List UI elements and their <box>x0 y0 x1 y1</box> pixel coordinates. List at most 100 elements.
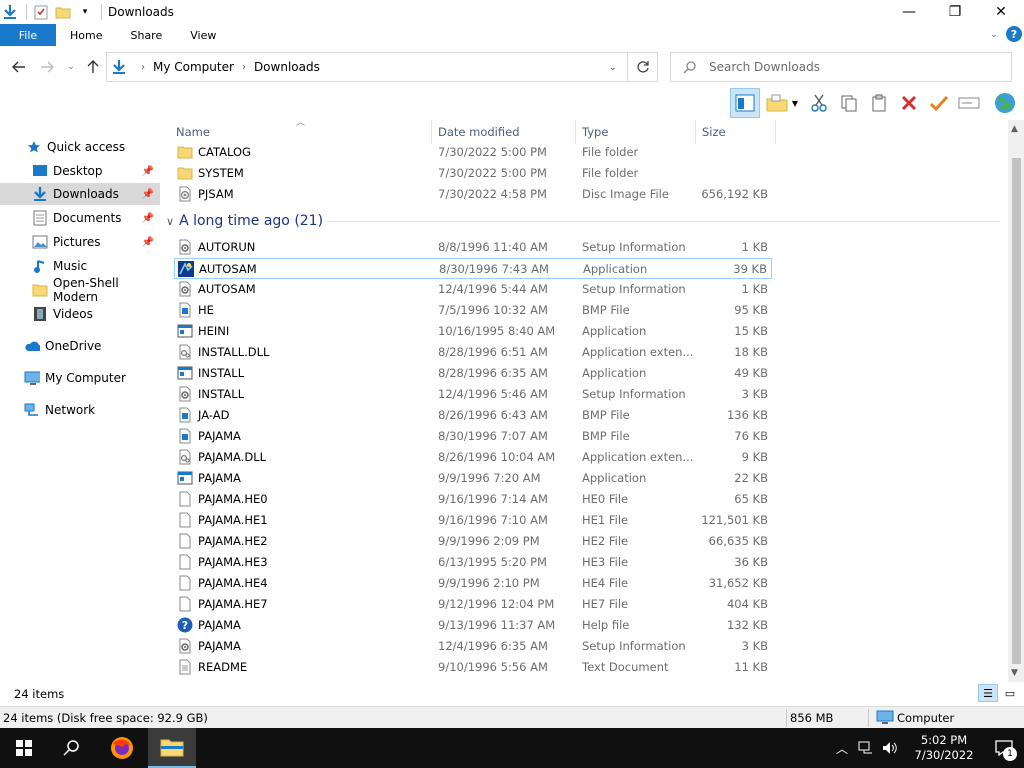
file-row[interactable]: INSTALL 8/28/1996 6:35 AM Application 49 KB <box>174 363 772 384</box>
file-row[interactable]: HE 7/5/1996 10:32 AM BMP File 95 KB <box>174 300 772 321</box>
file-row[interactable]: AUTOSAM 12/4/1996 5:44 AM Setup Informatio… <box>174 279 772 300</box>
group-header[interactable]: ∨ A long time ago (21) <box>166 213 323 229</box>
rename-icon[interactable] <box>954 88 984 118</box>
chevron-down-icon[interactable]: ∨ <box>166 215 174 228</box>
clock[interactable]: 5:02 PM 7/30/2022 <box>904 733 984 763</box>
network-status-icon[interactable] <box>858 741 874 755</box>
vertical-scrollbar[interactable]: ▲ ▼ <box>1008 120 1024 682</box>
file-row[interactable]: PAJAMA.HE2 9/9/1996 2:09 PM HE2 File 66,635… <box>174 531 772 552</box>
chevron-right-icon[interactable]: › <box>141 62 145 73</box>
sidebar-item-desktop[interactable]: Desktop 📌 <box>0 160 160 182</box>
sidebar-item-downloads[interactable]: Downloads 📌 <box>0 183 160 205</box>
file-row[interactable]: PAJAMA 9/9/1996 7:20 AM Application 22 KB <box>174 468 772 489</box>
file-row[interactable]: PAJAMA 12/4/1996 6:35 AM Setup Information… <box>174 636 772 657</box>
column-header-date[interactable]: Date modified <box>432 120 576 144</box>
file-row[interactable]: PJSAM 7/30/2022 4:58 PM Disc Image File 656… <box>174 184 772 205</box>
copy-icon[interactable] <box>834 88 864 118</box>
details-view-icon[interactable]: ☰ <box>978 684 998 702</box>
taskbar-file-explorer[interactable] <box>148 728 196 768</box>
tab-view[interactable]: View <box>176 24 230 46</box>
application-icon <box>177 470 193 486</box>
paste-icon[interactable] <box>864 88 894 118</box>
sidebar-item-quick-access[interactable]: Quick access <box>0 136 160 158</box>
download-arrow-icon[interactable] <box>2 4 18 20</box>
scroll-thumb[interactable] <box>1012 158 1021 664</box>
sidebar-item-onedrive[interactable]: OneDrive <box>0 335 160 357</box>
close-button[interactable]: ✕ <box>978 0 1024 24</box>
column-header-type[interactable]: Type <box>576 120 696 144</box>
sidebar-item-open-shell-modern[interactable]: Open-Shell Modern <box>0 276 160 304</box>
tab-share[interactable]: Share <box>116 24 176 46</box>
breadcrumb-downloads[interactable]: Downloads <box>254 60 320 74</box>
back-arrow-icon[interactable] <box>10 58 28 76</box>
forward-arrow-icon[interactable] <box>38 58 56 76</box>
preview-pane-icon[interactable] <box>730 88 760 118</box>
start-button[interactable] <box>0 728 48 768</box>
pin-icon[interactable]: 📌 <box>142 237 154 248</box>
disk-info: 24 items (Disk free space: 92.9 GB) <box>3 711 208 725</box>
breadcrumb-my-computer[interactable]: My Computer <box>153 60 234 74</box>
file-row[interactable]: INSTALL.DLL 8/28/1996 6:51 AM Application … <box>174 342 772 363</box>
file-row[interactable]: JA-AD 8/26/1996 6:43 AM BMP File 136 KB <box>174 405 772 426</box>
column-header-size[interactable]: Size <box>696 120 776 144</box>
address-bar[interactable]: › My Computer › Downloads ⌄ <box>106 52 628 82</box>
help-icon[interactable]: ? <box>1006 26 1022 42</box>
minimize-button[interactable]: — <box>886 0 932 24</box>
search-button[interactable] <box>48 728 96 768</box>
refresh-button[interactable] <box>628 52 658 82</box>
file-row[interactable]: AUTORUN 8/8/1996 11:40 AM Setup Informatio… <box>174 237 772 258</box>
address-dropdown-icon[interactable]: ⌄ <box>609 62 617 73</box>
chevron-up-icon[interactable]: ︿ <box>836 740 848 757</box>
file-row[interactable]: PAJAMA.DLL 8/26/1996 10:04 AM Application … <box>174 447 772 468</box>
file-row[interactable]: PAJAMA 8/30/1996 7:07 AM BMP File 76 KB <box>174 426 772 447</box>
file-name: JA-AD <box>198 408 230 422</box>
file-row[interactable]: PAJAMA.HE4 9/9/1996 2:10 PM HE4 File 31,652… <box>174 573 772 594</box>
pin-icon[interactable]: 📌 <box>142 213 154 224</box>
new-folder-icon[interactable] <box>55 4 71 20</box>
chevron-right-icon[interactable]: › <box>242 62 246 73</box>
checkmark-icon[interactable] <box>924 88 954 118</box>
scroll-up-icon[interactable]: ▲ <box>1011 124 1018 134</box>
sidebar-item-my-computer[interactable]: My Computer <box>0 367 160 389</box>
file-row[interactable]: PAJAMA.HE1 9/16/1996 7:10 AM HE1 File 121,5… <box>174 510 772 531</box>
sidebar-item-videos[interactable]: Videos <box>0 303 160 325</box>
file-row[interactable]: PAJAMA.HE0 9/16/1996 7:14 AM HE0 File 65 KB <box>174 489 772 510</box>
file-row[interactable]: INSTALL 12/4/1996 5:46 AM Setup Informatio… <box>174 384 772 405</box>
delete-icon[interactable] <box>894 88 924 118</box>
file-row[interactable]: PAJAMA.HE7 9/12/1996 12:04 PM HE7 File 404 … <box>174 594 772 615</box>
file-row[interactable]: HEINI 10/16/1995 8:40 AM Application 15 KB <box>174 321 772 342</box>
cut-icon[interactable] <box>804 88 834 118</box>
file-size: 65 KB <box>734 492 768 506</box>
pin-icon[interactable]: 📌 <box>142 166 154 177</box>
maximize-button[interactable]: ❐ <box>932 0 978 24</box>
folder-row[interactable]: CATALOG 7/30/2022 5:00 PM File folder <box>174 142 772 163</box>
sidebar-item-music[interactable]: Music <box>0 255 160 277</box>
tab-file[interactable]: File <box>0 24 56 46</box>
scroll-down-icon[interactable]: ▼ <box>1011 668 1018 678</box>
sidebar-item-documents[interactable]: Documents 📌 <box>0 207 160 229</box>
notifications-button[interactable]: 1 <box>984 728 1024 768</box>
globe-icon[interactable] <box>990 88 1020 118</box>
new-folder-dropdown-icon[interactable]: ▼ <box>760 88 804 118</box>
expand-ribbon-icon[interactable]: ⌄ <box>990 29 998 40</box>
column-header-name[interactable]: Name ︿ <box>170 118 432 144</box>
up-arrow-icon[interactable] <box>84 58 102 76</box>
file-row[interactable]: AUTOSAM 8/30/1996 7:43 AM Application 39 KB <box>174 258 772 279</box>
file-row[interactable]: ? PAJAMA 9/13/1996 11:37 AM Help file 132 KB <box>174 615 772 636</box>
folder-row[interactable]: SYSTEM 7/30/2022 5:00 PM File folder <box>174 163 772 184</box>
sidebar-item-pictures[interactable]: Pictures 📌 <box>0 231 160 253</box>
file-name: AUTOSAM <box>198 282 256 296</box>
taskbar-firefox[interactable] <box>98 728 146 768</box>
properties-icon[interactable] <box>33 4 49 20</box>
recent-locations-icon[interactable]: ⌄ <box>62 58 80 76</box>
tab-home[interactable]: Home <box>56 24 116 46</box>
pin-icon[interactable]: 📌 <box>142 189 154 200</box>
text-file-icon <box>177 659 193 675</box>
large-icons-view-icon[interactable]: ▭ <box>1000 684 1020 702</box>
search-input[interactable]: Search Downloads <box>670 52 1012 82</box>
sidebar-item-network[interactable]: Network <box>0 399 160 421</box>
file-row[interactable]: README 9/10/1996 5:56 AM Text Document 11 K… <box>174 657 772 678</box>
volume-icon[interactable] <box>882 741 898 755</box>
customize-dropdown-icon[interactable]: ▾ <box>77 4 93 20</box>
file-row[interactable]: PAJAMA.HE3 6/13/1995 5:20 PM HE3 File 36 KB <box>174 552 772 573</box>
